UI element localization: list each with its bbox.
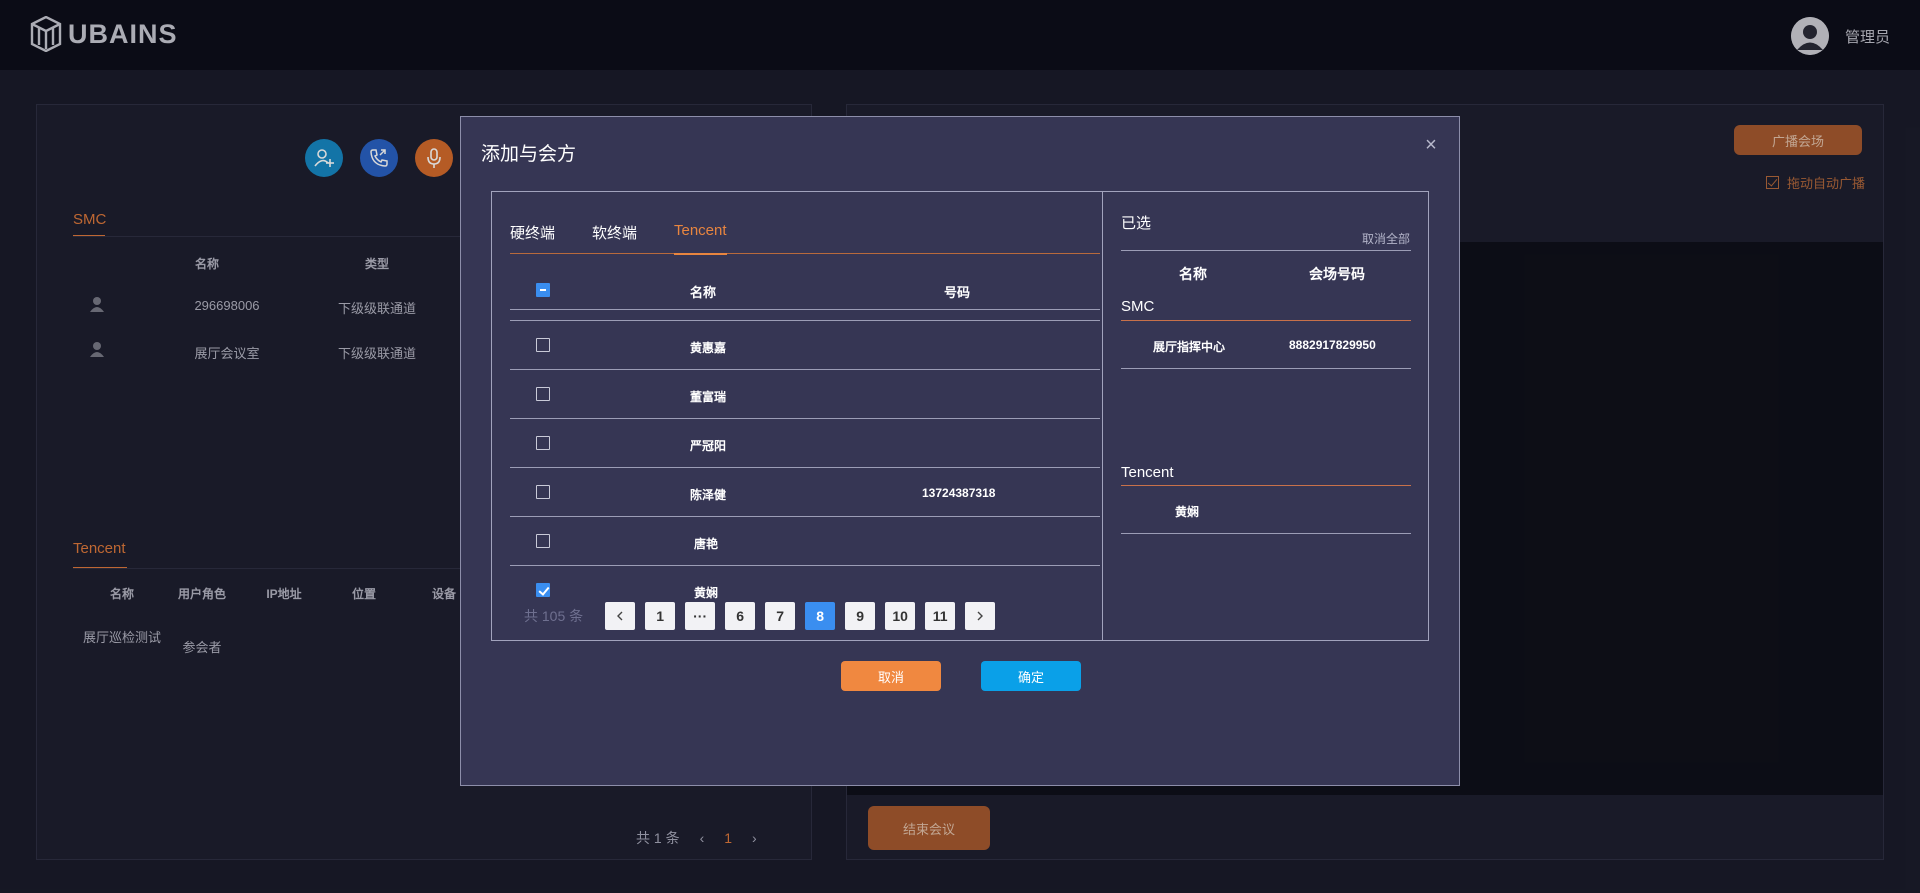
group-underline [1121, 485, 1411, 486]
page-button[interactable]: 1 [645, 602, 676, 630]
candidate-pagination: 共 105 条 1 ··· 6 7 8 9 10 11 [524, 602, 1005, 630]
selected-group-tencent: Tencent [1121, 464, 1174, 481]
selected-header-number: 会场号码 [1309, 266, 1365, 282]
prev-page-button[interactable] [605, 602, 636, 630]
table-row[interactable]: 黄惠嘉 [510, 320, 1100, 369]
table-row[interactable]: 严冠阳 [510, 418, 1100, 467]
header-name: 名称 [690, 285, 717, 300]
row-checkbox[interactable] [536, 338, 550, 352]
clear-all-button[interactable]: 取消全部 [1362, 230, 1410, 247]
divider [1121, 533, 1411, 534]
page-button[interactable]: 9 [845, 602, 876, 630]
table-row[interactable]: 陈泽健 13724387318 [510, 467, 1100, 516]
candidate-list-box: 硬终端 软终端 Tencent 名称 号码 黄惠嘉 董富瑞 严冠阳 陈泽健 13… [491, 191, 1103, 641]
table-row[interactable]: 唐艳 [510, 516, 1100, 565]
dialog-title: 添加与会方 [481, 144, 577, 165]
cancel-button[interactable]: 取消 [841, 661, 941, 691]
row-name: 董富瑞 [690, 390, 727, 404]
row-name: 黄娴 [694, 586, 719, 600]
candidate-rows: 黄惠嘉 董富瑞 严冠阳 陈泽健 13724387318 唐艳 黄娴 [510, 320, 1100, 614]
page-ellipsis-button[interactable]: ··· [685, 602, 716, 630]
row-checkbox[interactable] [536, 436, 550, 450]
confirm-button[interactable]: 确定 [981, 661, 1081, 691]
row-number: 13724387318 [922, 486, 996, 500]
table-row[interactable]: 董富瑞 [510, 369, 1100, 418]
selected-list-box: 已选 取消全部 名称 会场号码 SMC 展厅指挥中心 8882917829950… [1103, 191, 1429, 641]
page-button[interactable]: 10 [885, 602, 916, 630]
row-checkbox[interactable] [536, 534, 550, 548]
header-number: 号码 [944, 285, 971, 300]
selected-header-name: 名称 [1179, 266, 1207, 282]
selected-item-name: 展厅指挥中心 [1153, 340, 1226, 354]
page-button[interactable]: 11 [925, 602, 956, 630]
close-icon[interactable]: × [1421, 135, 1441, 155]
row-name: 黄惠嘉 [690, 341, 727, 355]
selected-group-smc: SMC [1121, 298, 1155, 315]
current-page-button[interactable]: 8 [805, 602, 836, 630]
select-all-checkbox[interactable] [536, 283, 550, 297]
selected-item-name: 黄娴 [1175, 505, 1200, 519]
tab-hard-terminal[interactable]: 硬终端 [510, 222, 555, 254]
divider [1121, 368, 1411, 369]
row-name: 唐艳 [694, 537, 719, 551]
terminal-tabs: 硬终端 软终端 Tencent [510, 222, 1100, 255]
selected-item-number: 8882917829950 [1289, 338, 1376, 352]
divider [1121, 250, 1411, 251]
page-button[interactable]: 7 [765, 602, 796, 630]
page-button[interactable]: 6 [725, 602, 756, 630]
tab-tencent[interactable]: Tencent [674, 222, 727, 255]
row-name: 陈泽健 [690, 488, 727, 502]
next-page-button[interactable] [965, 602, 996, 630]
row-checkbox[interactable] [536, 387, 550, 401]
table-header: 名称 号码 [510, 270, 1100, 310]
group-underline [1121, 320, 1411, 321]
row-name: 严冠阳 [690, 439, 727, 453]
pagination-total: 共 105 条 [524, 608, 584, 624]
tab-soft-terminal[interactable]: 软终端 [592, 222, 637, 254]
selected-title: 已选 [1121, 215, 1152, 232]
row-checkbox[interactable] [536, 485, 550, 499]
chevron-right-icon [977, 611, 984, 621]
row-checkbox[interactable] [536, 583, 550, 597]
add-participant-dialog: 添加与会方 × 硬终端 软终端 Tencent 名称 号码 黄惠嘉 董富瑞 严冠… [460, 116, 1460, 786]
chevron-left-icon [617, 611, 623, 621]
